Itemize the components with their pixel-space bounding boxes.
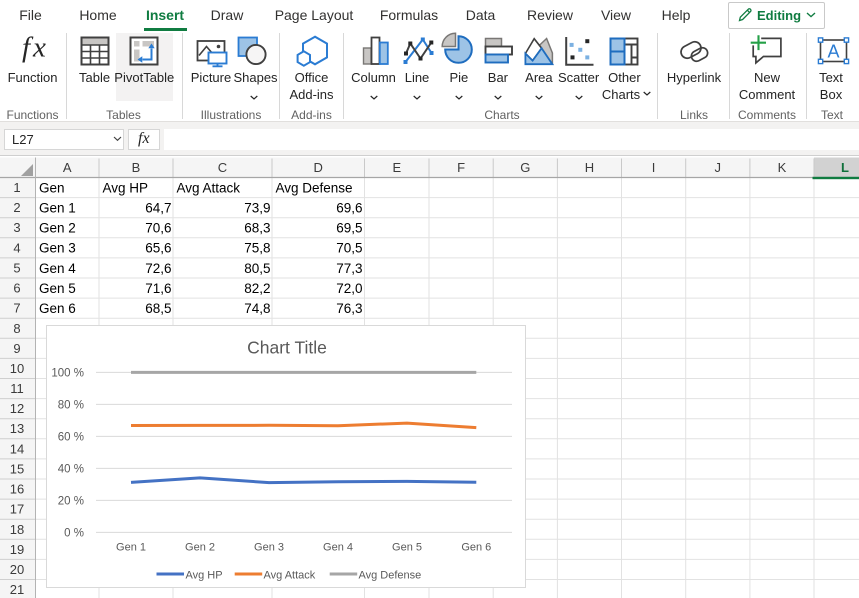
svg-text:69,5: 69,5 xyxy=(336,221,362,236)
svg-text:1: 1 xyxy=(13,180,20,195)
svg-text:11: 11 xyxy=(10,381,24,396)
svg-text:10: 10 xyxy=(10,361,24,376)
svg-text:Gen 5: Gen 5 xyxy=(392,542,422,554)
svg-text:Gen 4: Gen 4 xyxy=(323,542,353,554)
svg-text:Avg Attack: Avg Attack xyxy=(264,570,316,582)
svg-text:60 %: 60 % xyxy=(58,431,84,443)
svg-text:G: G xyxy=(520,160,530,175)
svg-text:Gen 1: Gen 1 xyxy=(39,201,76,216)
svg-text:100 %: 100 % xyxy=(51,367,84,379)
svg-text:21: 21 xyxy=(10,582,24,597)
svg-text:Avg Defense: Avg Defense xyxy=(276,180,353,195)
svg-text:I: I xyxy=(652,160,656,175)
svg-text:80,5: 80,5 xyxy=(244,261,270,276)
svg-text:0 %: 0 % xyxy=(64,527,84,539)
svg-text:Avg Defense: Avg Defense xyxy=(359,570,422,582)
svg-text:74,8: 74,8 xyxy=(244,301,270,316)
svg-text:80 %: 80 % xyxy=(58,399,84,411)
svg-text:20: 20 xyxy=(10,562,24,577)
svg-text:A: A xyxy=(63,160,72,175)
svg-text:Gen 4: Gen 4 xyxy=(39,261,76,276)
svg-text:69,6: 69,6 xyxy=(336,201,362,216)
svg-text:72,6: 72,6 xyxy=(145,261,171,276)
svg-text:14: 14 xyxy=(10,441,24,456)
svg-text:13: 13 xyxy=(10,421,24,436)
svg-text:Gen 2: Gen 2 xyxy=(185,542,215,554)
svg-text:fx: fx xyxy=(22,32,49,64)
svg-text:20 %: 20 % xyxy=(58,495,84,507)
svg-text:17: 17 xyxy=(10,502,24,517)
svg-text:82,2: 82,2 xyxy=(244,281,270,296)
svg-text:H: H xyxy=(585,160,594,175)
svg-text:68,3: 68,3 xyxy=(244,221,270,236)
svg-text:40 %: 40 % xyxy=(58,463,84,475)
svg-text:12: 12 xyxy=(10,401,24,416)
svg-text:7: 7 xyxy=(13,301,20,316)
svg-text:65,6: 65,6 xyxy=(145,241,171,256)
svg-text:19: 19 xyxy=(10,542,24,557)
svg-text:70,6: 70,6 xyxy=(145,221,171,236)
svg-text:4: 4 xyxy=(13,240,20,255)
svg-text:16: 16 xyxy=(10,482,24,497)
svg-text:64,7: 64,7 xyxy=(145,201,171,216)
svg-text:Gen 1: Gen 1 xyxy=(116,542,146,554)
svg-text:B: B xyxy=(132,160,141,175)
svg-text:77,3: 77,3 xyxy=(336,261,362,276)
svg-text:3: 3 xyxy=(13,220,20,235)
svg-text:5: 5 xyxy=(13,261,20,276)
svg-text:Gen: Gen xyxy=(39,180,65,195)
svg-text:9: 9 xyxy=(13,341,20,356)
svg-text:68,5: 68,5 xyxy=(145,301,171,316)
svg-text:Gen 3: Gen 3 xyxy=(254,542,284,554)
svg-text:A: A xyxy=(827,42,839,62)
svg-text:76,3: 76,3 xyxy=(336,301,362,316)
svg-text:Avg Attack: Avg Attack xyxy=(177,180,241,195)
svg-text:Gen 6: Gen 6 xyxy=(39,301,76,316)
svg-text:E: E xyxy=(392,160,401,175)
svg-text:70,5: 70,5 xyxy=(336,241,362,256)
svg-text:6: 6 xyxy=(13,281,20,296)
svg-text:2: 2 xyxy=(13,200,20,215)
svg-text:Chart Title: Chart Title xyxy=(247,338,327,358)
svg-text:Avg HP: Avg HP xyxy=(103,180,149,195)
svg-text:8: 8 xyxy=(13,321,20,336)
svg-text:18: 18 xyxy=(10,522,24,537)
svg-text:72,0: 72,0 xyxy=(336,281,362,296)
svg-text:Gen 3: Gen 3 xyxy=(39,241,76,256)
svg-text:D: D xyxy=(314,160,323,175)
svg-text:73,9: 73,9 xyxy=(244,201,270,216)
svg-text:Gen 5: Gen 5 xyxy=(39,281,76,296)
svg-text:L: L xyxy=(841,160,849,175)
svg-text:C: C xyxy=(218,160,227,175)
svg-text:15: 15 xyxy=(10,462,24,477)
svg-text:71,6: 71,6 xyxy=(145,281,171,296)
svg-text:K: K xyxy=(778,160,787,175)
svg-text:Gen 6: Gen 6 xyxy=(461,542,491,554)
svg-text:Avg HP: Avg HP xyxy=(186,570,223,582)
svg-text:F: F xyxy=(457,160,465,175)
svg-text:Gen 2: Gen 2 xyxy=(39,221,76,236)
svg-text:75,8: 75,8 xyxy=(244,241,270,256)
svg-text:J: J xyxy=(715,160,722,175)
